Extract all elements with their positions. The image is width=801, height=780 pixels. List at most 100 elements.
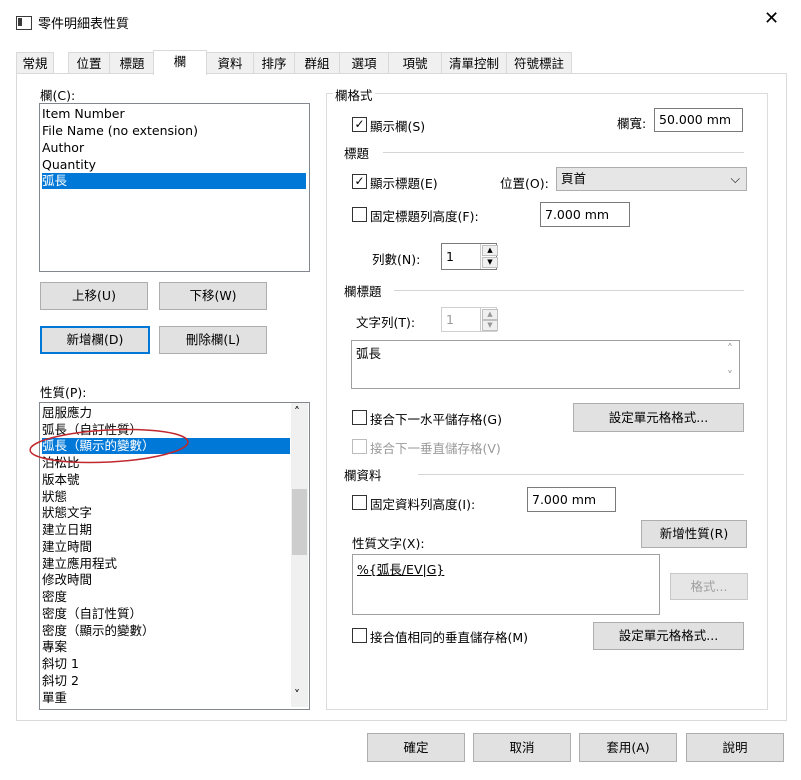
rows-label: 列數(N): [372,252,421,267]
move-down-button[interactable]: 下移(W) [159,282,267,310]
show-column-checkbox[interactable]: ✓ [352,117,367,132]
rows-spinner[interactable]: 1 ▲ ▼ [441,243,498,270]
show-heading-label: 顯示標題(E) [370,176,438,191]
set-cell-format-button-1[interactable]: 設定單元格格式... [573,403,744,432]
tab-item-number[interactable]: 項號 [388,52,442,74]
property-text-label: 性質文字(X): [352,536,425,551]
tab-sort[interactable]: 排序 [253,52,295,74]
spin-up-icon[interactable]: ▲ [482,245,498,256]
merge-horizontal-checkbox[interactable] [352,410,367,425]
app-icon [16,16,32,30]
spin-up-icon[interactable]: ▲ [482,309,498,320]
merge-vertical-checkbox[interactable] [352,439,367,454]
list-item[interactable]: 密度（自訂性質） [42,606,290,622]
divider [383,152,744,153]
move-up-button[interactable]: 上移(U) [40,282,148,310]
text-rows-value: 1 [446,312,454,327]
list-item[interactable]: Author [42,140,306,156]
tab-group[interactable]: 群組 [294,52,340,74]
scroll-down-icon[interactable]: ˅ [294,688,300,702]
heading-height-input[interactable]: 7.000 mm [540,202,630,227]
property-text-value: %{弧長/EV|G} [357,562,445,577]
format-button[interactable]: 格式... [670,573,748,600]
chevron-down-icon: ⌵ [730,171,740,186]
tab-title[interactable]: 標題 [109,52,155,74]
position-select[interactable]: 頁首 ⌵ [556,167,747,191]
spin-down-icon[interactable]: ▼ [482,257,498,268]
tab-symbol-annotation[interactable]: 符號標註 [506,52,572,74]
help-button[interactable]: 說明 [686,733,784,762]
fixed-heading-height-checkbox[interactable] [352,207,367,222]
divider [418,474,744,475]
tab-list-control[interactable]: 清單控制 [441,52,507,74]
columns-label: 欄(C): [40,88,76,103]
merge-same-vertical-label: 接合值相同的垂直儲存格(M) [370,630,529,645]
list-item[interactable]: 密度（顯示的變數） [42,623,290,639]
column-format-title: 欄格式 [333,85,375,104]
tab-column[interactable]: 欄 [153,50,207,75]
list-item[interactable]: 密度 [42,589,290,605]
cancel-button[interactable]: 取消 [473,733,571,762]
list-item-selected[interactable]: 弧長 [42,173,306,189]
list-item[interactable]: 建立日期 [42,522,290,538]
merge-vertical-label: 接合下一垂直儲存格(V) [370,441,501,456]
data-height-input[interactable]: 7.000 mm [527,487,616,512]
close-icon[interactable]: ✕ [764,10,779,28]
fixed-data-height-label: 固定資料列高度(I): [370,497,476,512]
position-value: 頁首 [561,171,587,186]
list-item[interactable]: 修改時間 [42,572,290,588]
list-item[interactable]: 屈服應力 [42,405,290,421]
position-label: 位置(O): [500,176,549,191]
list-item[interactable]: 狀態文字 [42,505,290,521]
list-item[interactable]: 斜切 1 [42,656,290,672]
list-item[interactable]: 版本號 [42,472,290,488]
fixed-data-height-checkbox[interactable] [352,495,367,510]
window-title: 零件明細表性質 [38,17,130,32]
scrollbar-thumb[interactable] [292,489,307,555]
list-item[interactable]: 狀態 [42,489,290,505]
properties-label: 性質(P): [40,385,87,400]
rows-spin: ▲ ▼ [480,244,498,269]
list-item[interactable]: Quantity [42,157,306,173]
scroll-up-icon[interactable]: ˄ [727,342,733,356]
tab-data[interactable]: 資料 [206,52,254,74]
add-column-button[interactable]: 新增欄(D) [40,326,150,354]
tab-options[interactable]: 選項 [339,52,389,74]
text-rows-spin: ▲ ▼ [480,308,498,331]
list-item[interactable]: 斜切 2 [42,673,290,689]
scroll-up-icon[interactable]: ˄ [294,405,300,419]
tab-position[interactable]: 位置 [68,52,110,74]
column-data-section-label: 欄資料 [344,468,382,483]
column-heading-section-label: 欄標題 [344,284,382,299]
rows-value: 1 [446,249,454,264]
merge-same-vertical-checkbox[interactable] [352,628,367,643]
list-item[interactable]: 建立應用程式 [42,556,290,572]
merge-horizontal-label: 接合下一水平儲存格(G) [370,412,502,427]
columns-list[interactable]: Item Number File Name (no extension) Aut… [39,103,310,272]
width-label: 欄寬: [617,116,647,131]
tab-general[interactable]: 常規 [16,52,54,74]
width-input[interactable]: 50.000 mm [654,108,743,132]
ok-button[interactable]: 確定 [367,733,465,762]
delete-column-button[interactable]: 刪除欄(L) [159,326,267,354]
properties-scrollbar[interactable]: ˄ ˅ [291,403,308,707]
heading-text-value: 弧長 [356,346,382,361]
show-heading-checkbox[interactable]: ✓ [352,174,367,189]
annotation-ellipse [29,428,189,464]
list-item[interactable]: File Name (no extension) [42,123,306,139]
heading-text-area[interactable]: 弧長 ˄ ˅ [351,340,740,389]
divider [394,290,744,291]
list-item[interactable]: Item Number [42,106,306,122]
set-cell-format-button-2[interactable]: 設定單元格格式... [593,622,744,650]
list-item[interactable]: 單重 [42,690,290,706]
show-column-label: 顯示欄(S) [370,119,426,134]
text-rows-spinner[interactable]: 1 ▲ ▼ [441,307,498,332]
property-text-area[interactable]: %{弧長/EV|G} [352,554,660,615]
add-property-button[interactable]: 新增性質(R) [641,520,747,548]
list-item[interactable]: 建立時間 [42,539,290,555]
spin-down-icon[interactable]: ▼ [482,320,498,331]
scroll-down-icon[interactable]: ˅ [727,369,733,383]
heading-section-label: 標題 [344,146,370,161]
apply-button[interactable]: 套用(A) [579,733,677,762]
list-item[interactable]: 專案 [42,639,290,655]
